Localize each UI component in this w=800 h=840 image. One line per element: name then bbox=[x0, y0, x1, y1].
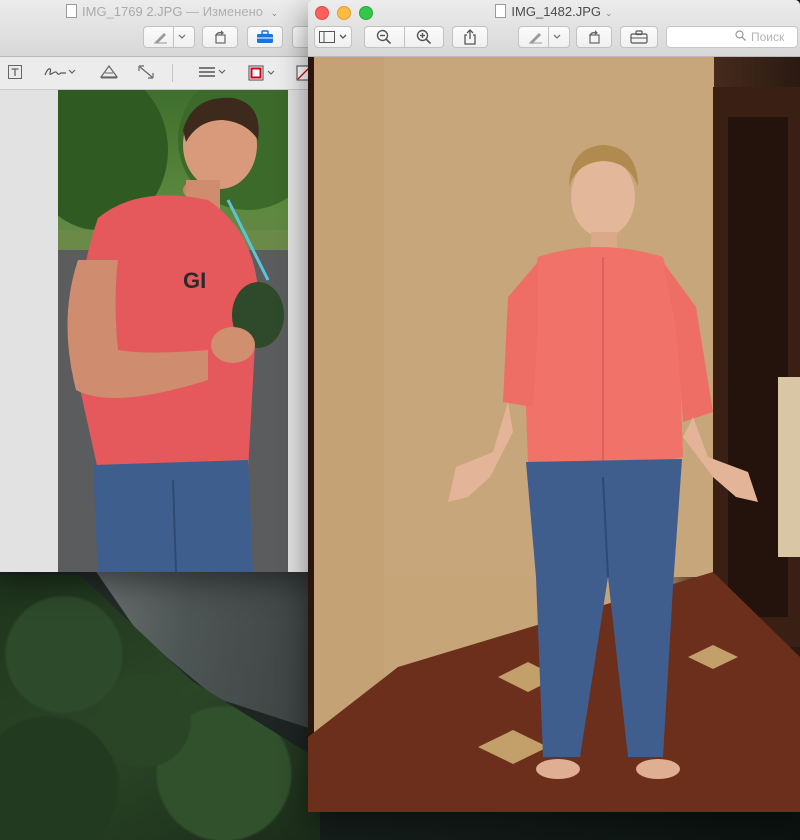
window-title: IMG_1482.JPG ⌄ bbox=[308, 4, 800, 19]
border-color-icon[interactable] bbox=[248, 65, 278, 81]
image-canvas: GI bbox=[0, 90, 320, 572]
title-filename: IMG_1769 2.JPG bbox=[82, 4, 183, 19]
markup-pen-button[interactable] bbox=[518, 26, 570, 48]
search-field[interactable] bbox=[666, 26, 798, 48]
document-icon bbox=[495, 4, 507, 18]
sidebar-icon bbox=[319, 31, 335, 43]
text-tool-icon[interactable] bbox=[8, 65, 22, 79]
adjust-size-icon[interactable] bbox=[138, 65, 154, 79]
window-title: IMG_1769 2.JPG — Изменено ⌄ bbox=[66, 4, 320, 19]
zoom-in-icon bbox=[416, 29, 432, 45]
sidebar-view-button[interactable] bbox=[314, 26, 352, 48]
toolbox-icon bbox=[630, 30, 648, 44]
zoom-out-icon bbox=[376, 29, 392, 45]
title-menu-chevron[interactable]: ⌄ bbox=[271, 8, 279, 18]
search-icon bbox=[735, 30, 746, 44]
zoom-controls bbox=[364, 26, 444, 48]
signature-tool-icon[interactable] bbox=[44, 65, 76, 79]
title-menu-chevron[interactable]: ⌄ bbox=[605, 8, 613, 18]
pen-icon bbox=[528, 30, 544, 44]
preview-window-front[interactable]: IMG_1482.JPG ⌄ bbox=[308, 0, 800, 812]
share-icon bbox=[463, 29, 477, 45]
shirt-print-text: GI bbox=[183, 268, 206, 293]
share-button[interactable] bbox=[452, 26, 488, 48]
photo-woman-in-pink-shirt bbox=[308, 57, 800, 812]
zoom-out-button[interactable] bbox=[365, 29, 404, 45]
zoom-in-button[interactable] bbox=[405, 29, 444, 45]
line-style-icon[interactable] bbox=[198, 65, 228, 79]
document-icon bbox=[66, 4, 77, 18]
title-edited-suffix: — Изменено bbox=[186, 4, 263, 19]
markup-pen-button[interactable] bbox=[143, 26, 195, 48]
adjust-color-icon[interactable] bbox=[100, 65, 118, 79]
rotate-button[interactable] bbox=[202, 26, 238, 48]
rotate-button[interactable] bbox=[576, 26, 612, 48]
toolbox-button[interactable] bbox=[247, 26, 283, 48]
toolbox-button[interactable] bbox=[620, 26, 658, 48]
chevron-down-icon bbox=[178, 34, 186, 40]
preview-window-back[interactable]: IMG_1769 2.JPG — Изменено ⌄ GI bbox=[0, 0, 320, 572]
titlebar[interactable]: IMG_1769 2.JPG — Изменено ⌄ bbox=[0, 0, 320, 57]
chevron-down-icon bbox=[339, 34, 347, 40]
markup-toolbar bbox=[0, 57, 320, 90]
search-input[interactable] bbox=[751, 30, 789, 44]
titlebar[interactable]: IMG_1482.JPG ⌄ bbox=[308, 0, 800, 57]
toolbar-divider bbox=[172, 64, 173, 82]
rotate-icon bbox=[586, 30, 602, 44]
photo-man-drinking-coconut: GI bbox=[58, 90, 288, 572]
rotate-icon bbox=[212, 30, 228, 44]
chevron-down-icon bbox=[553, 34, 561, 40]
pen-icon bbox=[153, 30, 169, 44]
toolbox-icon bbox=[256, 30, 274, 44]
title-filename: IMG_1482.JPG bbox=[511, 4, 602, 19]
